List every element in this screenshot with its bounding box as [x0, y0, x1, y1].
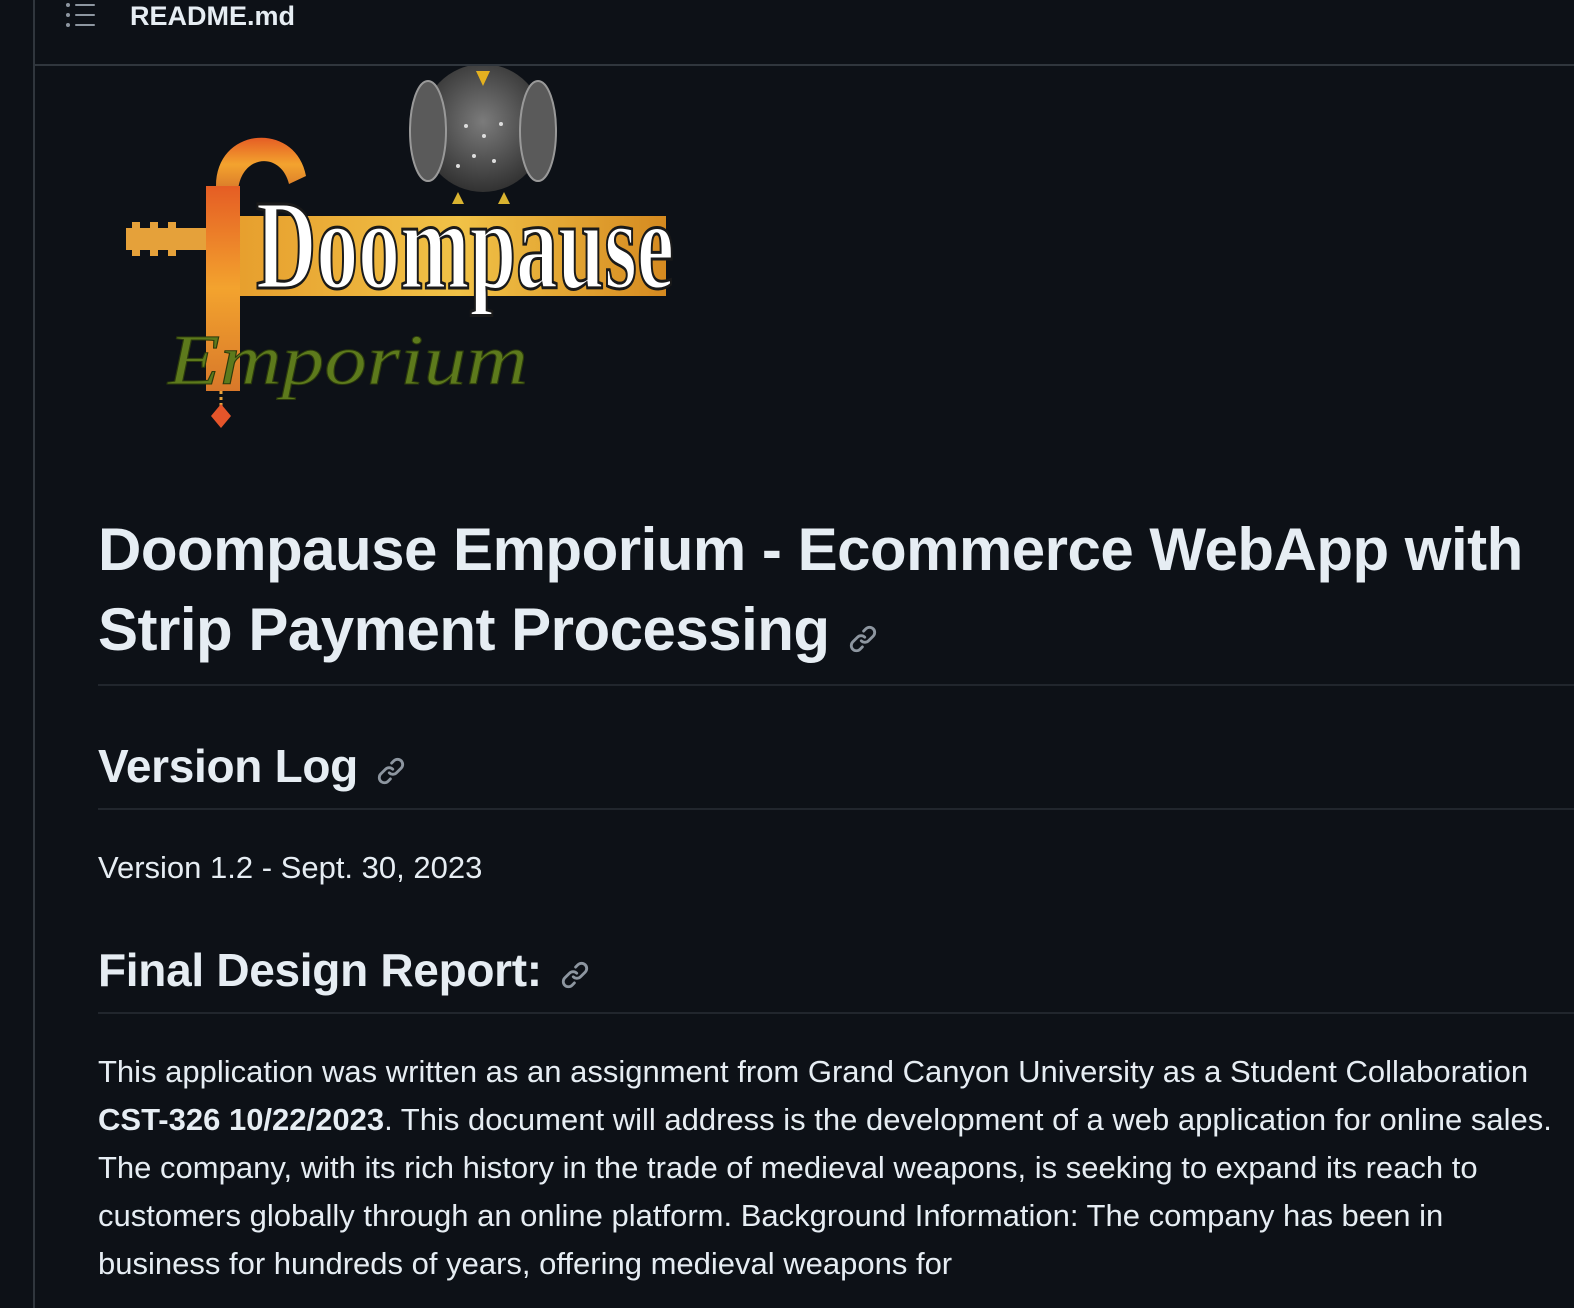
link-icon: [561, 961, 588, 988]
page-title: Doompause Emporium - Ecommerce WebApp wi…: [98, 510, 1574, 674]
final-design-report-anchor-link[interactable]: [560, 946, 590, 1002]
version-log-anchor-link[interactable]: [376, 742, 406, 798]
version-log-heading: Version Log: [98, 738, 406, 798]
left-rail: [0, 0, 35, 1308]
file-header: README.md: [35, 0, 1574, 66]
intro-text-start: This application was written as an assig…: [98, 1054, 1529, 1089]
final-design-report-divider: [98, 1012, 1574, 1014]
course-code-bold: CST-326 10/22/2023: [98, 1102, 385, 1137]
final-design-report-heading: Final Design Report:: [98, 942, 590, 1002]
page-title-line-2: Strip Payment Processing: [98, 596, 830, 663]
file-name: README.md: [130, 1, 296, 31]
page-title-line-1: Doompause Emporium - Ecommerce WebApp wi…: [98, 516, 1523, 583]
link-icon: [377, 757, 405, 784]
title-anchor-link[interactable]: [848, 594, 878, 674]
title-divider: [98, 684, 1574, 686]
table-of-contents-button[interactable]: [63, 0, 103, 34]
version-log-heading-text: Version Log: [98, 740, 358, 792]
intro-paragraph: This application was written as an assig…: [98, 1048, 1574, 1288]
version-log-divider: [98, 808, 1574, 810]
list-unordered-icon: [66, 3, 95, 27]
final-design-report-heading-text: Final Design Report:: [98, 944, 542, 996]
version-text: Version 1.2 - Sept. 30, 2023: [98, 850, 483, 885]
logo-word-doompause: Doompause: [256, 174, 674, 316]
link-icon: [849, 626, 876, 653]
readme-view: README.md Doompause Emporium Doompause E…: [0, 0, 1574, 1308]
doompause-emporium-logo: Doompause Emporium: [126, 66, 676, 428]
logo-word-emporium: Emporium: [167, 320, 528, 400]
